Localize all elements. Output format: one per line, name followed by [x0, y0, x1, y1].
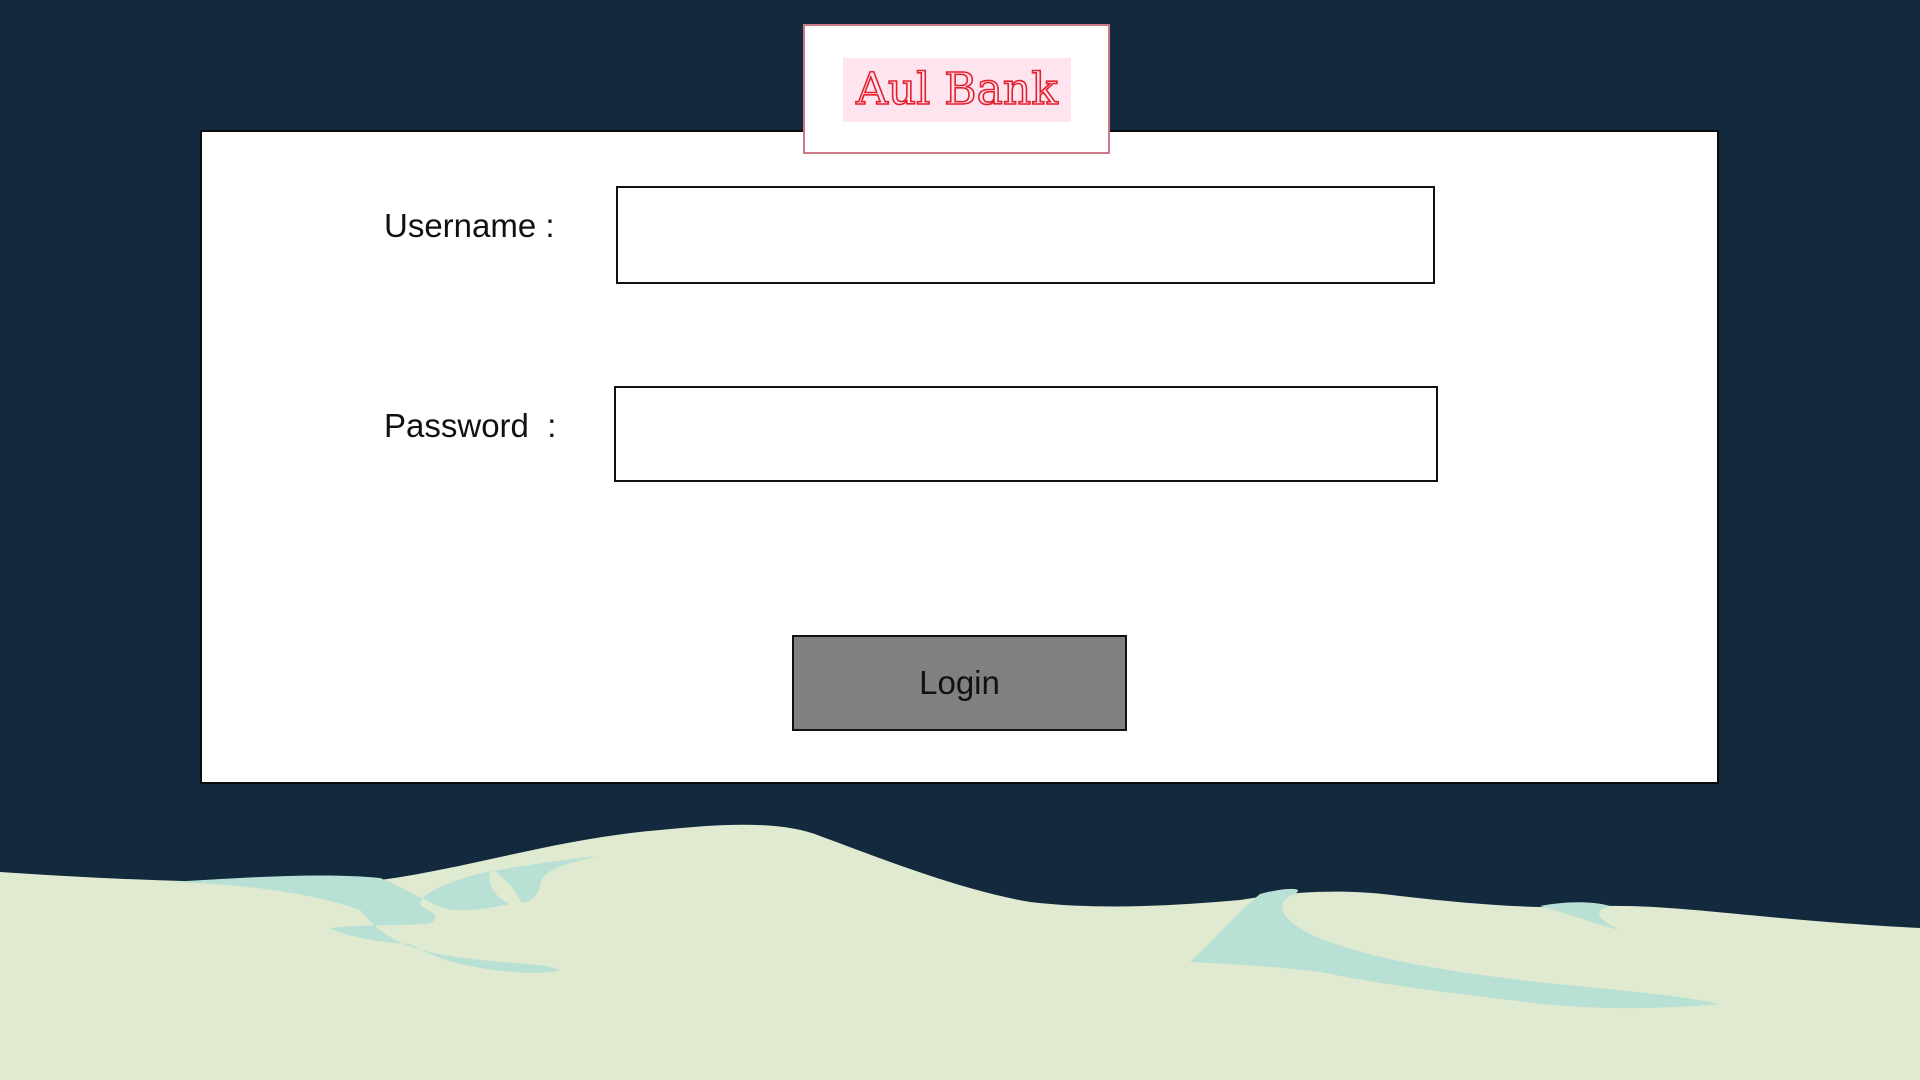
bank-name: Aul Bank: [855, 63, 1058, 116]
login-screen: Username : Password : Login Aul Bank: [0, 0, 1920, 1080]
bank-logo-badge: Aul Bank: [843, 58, 1071, 122]
username-label: Username :: [384, 207, 555, 244]
bank-logo: Aul Bank: [803, 24, 1110, 154]
username-input[interactable]: [616, 186, 1435, 284]
login-button[interactable]: Login: [792, 635, 1127, 731]
password-input[interactable]: [614, 386, 1438, 482]
login-card: Username : Password : Login: [200, 130, 1719, 784]
password-label: Password :: [384, 407, 557, 444]
hill-shape: [0, 824, 1920, 1080]
